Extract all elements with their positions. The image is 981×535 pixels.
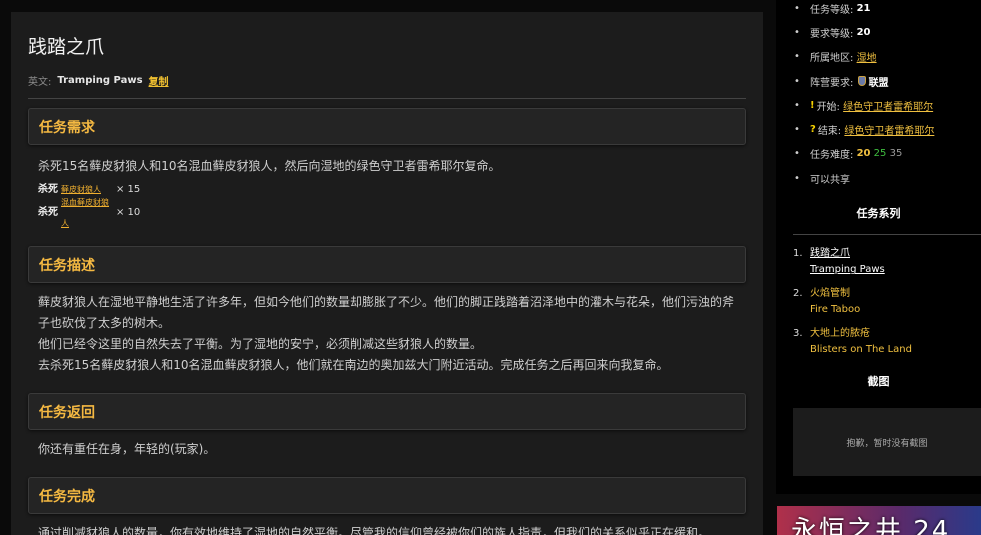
return-heading: 任务返回	[28, 393, 746, 430]
quest-title: 践踏之爪	[28, 36, 105, 58]
english-name-line: 英文: Tramping Paws 复制	[28, 73, 746, 88]
mob-link[interactable]: 混血藓皮豺狼人	[61, 192, 116, 234]
difficulty-yellow: 20	[856, 148, 871, 160]
required-level-value: 20	[856, 26, 871, 38]
description-heading: 任务描述	[28, 246, 746, 283]
promo-banner[interactable]: 永恒之井 24	[777, 506, 981, 535]
faction-label: 阵营要求:	[810, 77, 854, 89]
quest-level-label: 任务等级:	[810, 4, 854, 16]
series-en-link[interactable]: Tramping Paws	[810, 264, 885, 275]
end-npc-item: •? 结束: 绿色守卫者雷希耶尔	[794, 122, 935, 138]
series-zh-link[interactable]: 践踏之爪	[810, 248, 850, 259]
difficulty-label: 任务难度:	[810, 150, 854, 162]
end-npc-link[interactable]: 绿色守卫者雷希耶尔	[844, 122, 934, 137]
completion-text: 通过削减豺狼人的数量，你有效地维持了湿地的自然平衡。尽管我的信仰曾经被你们的族人…	[38, 526, 711, 535]
copy-button[interactable]: 复制	[149, 73, 169, 88]
question-mark-icon: ?	[810, 124, 816, 136]
english-label: 英文:	[28, 77, 52, 88]
series-item[interactable]: 2. 火焰管制 Fire Taboo	[793, 286, 981, 326]
difficulty-item: • 任务难度: 20 25 35	[794, 148, 903, 162]
difficulty-gray: 35	[889, 148, 903, 160]
english-name: Tramping Paws	[57, 75, 143, 86]
faction-value: 联盟	[868, 77, 889, 89]
zone-label: 所属地区:	[810, 53, 854, 65]
completion-heading: 任务完成	[28, 477, 746, 514]
series-number: 1.	[793, 248, 803, 260]
series-zh-link[interactable]: 火焰管制	[810, 288, 850, 299]
quest-level-item: • 任务等级: 21	[794, 2, 871, 16]
quest-series-list: 1. 践踏之爪 Tramping Paws 2. 火焰管制 Fire Taboo 3. 大…	[776, 246, 981, 366]
sidebar: • 任务等级: 21 • 要求等级: 20 • 所属地区: 湿地 • 阵营要求: 联盟 …	[776, 0, 981, 494]
series-divider	[793, 234, 981, 236]
series-en-link[interactable]: Fire Taboo	[810, 304, 860, 315]
start-npc-link[interactable]: 绿色守卫者雷希耶尔	[843, 98, 933, 113]
banner-text: 永恒之井 24	[791, 516, 951, 535]
alliance-shield-icon	[857, 76, 866, 87]
quest-level-value: 21	[856, 2, 871, 14]
exclamation-icon: !	[810, 99, 815, 111]
no-screenshot-text: 抱歉，暂时没有截图	[846, 438, 928, 449]
return-section: 任务返回 你还有重任在身，年轻的(玩家)。	[28, 393, 746, 460]
series-item[interactable]: 1. 践踏之爪 Tramping Paws	[793, 246, 981, 286]
shareable-text: 可以共享	[810, 174, 850, 186]
start-label: 开始:	[816, 101, 840, 113]
difficulty-green: 25	[873, 148, 887, 160]
completion-section: 任务完成 通过削减豺狼人的数量，你有效地维持了湿地的自然平衡。尽管我的信仰曾经被…	[28, 477, 746, 535]
title-divider	[28, 98, 746, 99]
return-text: 你还有重任在身，年轻的(玩家)。	[38, 442, 216, 456]
kill-count: × 10	[116, 207, 141, 218]
required-level-label: 要求等级:	[810, 28, 854, 40]
series-number: 2.	[793, 288, 803, 300]
description-line: 藓皮豺狼人在湿地平静地生活了许多年，但如今他们的数量却膨胀了不少。他们的脚正践踏…	[38, 295, 735, 330]
kill-label: 杀死	[38, 184, 58, 195]
series-en-link[interactable]: Blisters on The Land	[810, 344, 912, 355]
requirements-section: 任务需求 杀死15名藓皮豺狼人和10名混血藓皮豺狼人，然后向湿地的绿色守卫者雷希…	[28, 108, 746, 228]
kill-objective: 杀死 混血藓皮豺狼人 × 10	[38, 198, 736, 228]
description-line: 他们已经令这里的自然失去了平衡。为了湿地的安宁，必须削减这些豺狼人的数量。	[38, 337, 483, 351]
series-number: 3.	[793, 328, 803, 340]
screenshot-heading: 截图	[867, 375, 890, 388]
requirements-text: 杀死15名藓皮豺狼人和10名混血藓皮豺狼人，然后向湿地的绿色守卫者雷希耶尔复命。	[38, 159, 501, 173]
faction-item: • 阵营要求: 联盟	[794, 75, 889, 89]
kill-label: 杀死	[38, 207, 58, 218]
zone-link[interactable]: 湿地	[857, 49, 877, 64]
series-item[interactable]: 3. 大地上的脓疮 Blisters on The Land	[793, 326, 981, 366]
kill-objective: 杀死 藓皮豺狼人 × 15	[38, 178, 736, 201]
zone-item: • 所属地区: 湿地	[794, 49, 877, 65]
kill-count: × 15	[116, 184, 141, 195]
shareable-item: • 可以共享	[794, 172, 850, 186]
description-section: 任务描述 藓皮豺狼人在湿地平静地生活了许多年，但如今他们的数量却膨胀了不少。他们…	[28, 246, 746, 376]
quest-info-list: • 任务等级: 21 • 要求等级: 20 • 所属地区: 湿地 • 阵营要求: 联盟 …	[776, 0, 981, 190]
end-label: 结束:	[817, 126, 842, 138]
required-level-item: • 要求等级: 20	[794, 26, 871, 40]
start-npc-item: •! 开始: 绿色守卫者雷希耶尔	[794, 98, 934, 113]
no-screenshot-box: 抱歉，暂时没有截图	[793, 408, 981, 476]
description-line: 去杀死15名藓皮豺狼人和10名混血藓皮豺狼人，他们就在南边的奥加兹大门附近活动。…	[38, 358, 669, 372]
quest-main-panel: 践踏之爪 英文: Tramping Paws 复制 任务需求 杀死15名藓皮豺狼…	[11, 12, 763, 535]
requirements-heading: 任务需求	[28, 108, 746, 145]
series-zh-link[interactable]: 大地上的脓疮	[810, 328, 870, 339]
series-heading: 任务系列	[856, 207, 901, 221]
